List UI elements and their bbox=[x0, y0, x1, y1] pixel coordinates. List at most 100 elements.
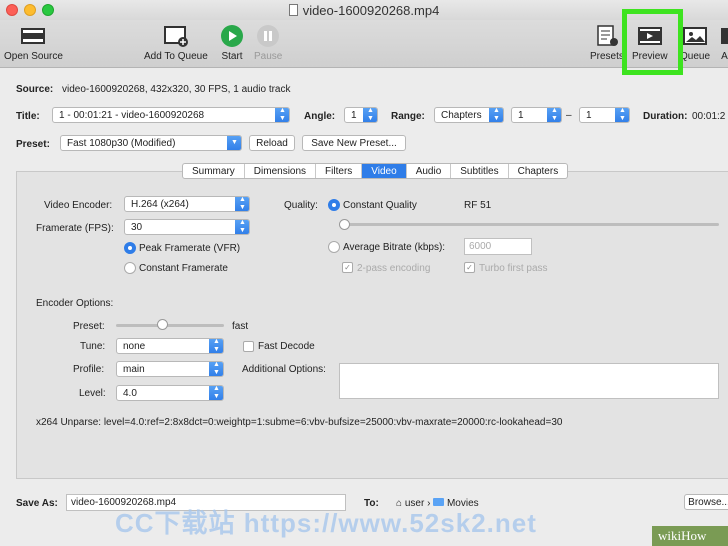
window-title-text: video-1600920268.mp4 bbox=[302, 3, 440, 18]
profile-label: Profile: bbox=[73, 364, 105, 375]
angle-select[interactable]: 1 ▲ ▼ bbox=[344, 107, 378, 123]
start-button[interactable]: Start bbox=[219, 24, 245, 62]
two-pass-label: 2-pass encoding bbox=[357, 263, 431, 274]
source-value: video-1600920268, 432x320, 30 FPS, 1 aud… bbox=[62, 84, 291, 95]
video-encoder-label: Video Encoder: bbox=[44, 200, 113, 211]
activity-label: Ac bbox=[721, 51, 728, 62]
tab-dimensions[interactable]: Dimensions bbox=[245, 164, 317, 178]
start-label: Start bbox=[221, 51, 243, 62]
browse-button[interactable]: Browse... bbox=[684, 494, 728, 510]
add-queue-icon bbox=[163, 24, 189, 48]
range-type-select[interactable]: Chapters ▲ ▼ bbox=[434, 107, 504, 123]
toolbar: Open Source Add To Queue Start Pause Pre… bbox=[0, 20, 728, 68]
angle-label: Angle: bbox=[304, 111, 336, 122]
range-label: Range: bbox=[391, 111, 425, 122]
turbo-first-pass-checkbox[interactable]: ✓ bbox=[464, 262, 475, 273]
average-bitrate-label: Average Bitrate (kbps): bbox=[343, 242, 446, 253]
add-to-queue-label: Add To Queue bbox=[144, 51, 208, 62]
peak-framerate-radio[interactable] bbox=[124, 242, 136, 254]
fast-decode-label: Fast Decode bbox=[258, 341, 315, 352]
stepper-arrows-icon: ▲ ▼ bbox=[209, 362, 223, 376]
stepper-arrows-icon: ▲ ▼ bbox=[275, 108, 289, 122]
encoder-preset-value: fast bbox=[232, 321, 249, 332]
range-to-select[interactable]: 1 ▲ ▼ bbox=[579, 107, 630, 123]
stepper-arrows-icon: ▲ ▼ bbox=[363, 108, 377, 122]
constant-framerate-radio[interactable] bbox=[124, 262, 136, 274]
reload-button[interactable]: Reload bbox=[249, 135, 295, 151]
range-to-value: 1 bbox=[586, 110, 592, 121]
fast-decode-checkbox[interactable] bbox=[243, 341, 254, 352]
stepper-arrows-icon: ▲ ▼ bbox=[489, 108, 503, 122]
tab-bar: Summary Dimensions Filters Video Audio S… bbox=[182, 163, 569, 179]
encoder-preset-label: Preset: bbox=[73, 321, 105, 332]
rf-value: RF 51 bbox=[464, 200, 492, 211]
tab-audio[interactable]: Audio bbox=[407, 164, 452, 178]
tab-filters[interactable]: Filters bbox=[316, 164, 363, 178]
source-label: Source: bbox=[16, 84, 54, 95]
open-source-button[interactable]: Open Source bbox=[4, 24, 63, 62]
tab-subtitles[interactable]: Subtitles bbox=[451, 164, 509, 178]
average-bitrate-radio[interactable] bbox=[328, 241, 340, 253]
wikihow-logo: wikiHow bbox=[652, 526, 728, 546]
angle-value: 1 bbox=[351, 110, 357, 121]
add-to-queue-button[interactable]: Add To Queue bbox=[144, 24, 208, 62]
encoder-options-title: Encoder Options: bbox=[36, 298, 114, 309]
preset-label: Preset: bbox=[16, 139, 50, 150]
encoder-preset-slider-knob[interactable] bbox=[157, 319, 168, 330]
profile-value: main bbox=[123, 364, 145, 375]
quality-slider-knob[interactable] bbox=[339, 219, 350, 230]
window-title: video-1600920268.mp4 bbox=[0, 3, 728, 18]
pause-button[interactable]: Pause bbox=[254, 24, 282, 62]
range-type-value: Chapters bbox=[441, 110, 482, 121]
stepper-arrows-icon: ▲ ▼ bbox=[235, 220, 249, 234]
save-new-preset-button[interactable]: Save New Preset... bbox=[302, 135, 406, 151]
video-encoder-select[interactable]: H.264 (x264) ▲ ▼ bbox=[124, 196, 250, 212]
save-as-label: Save As: bbox=[16, 498, 58, 509]
site-watermark: CC下载站 https://www.52sk2.net bbox=[115, 508, 537, 538]
constant-framerate-label: Constant Framerate bbox=[139, 263, 228, 274]
presets-button[interactable]: Presets bbox=[590, 24, 624, 62]
level-label: Level: bbox=[79, 388, 106, 399]
preset-select[interactable]: Fast 1080p30 (Modified) ▼ bbox=[60, 135, 242, 151]
range-from-select[interactable]: 1 ▲ ▼ bbox=[511, 107, 562, 123]
document-icon bbox=[288, 4, 298, 16]
constant-quality-radio[interactable] bbox=[328, 199, 340, 211]
quality-slider-track[interactable] bbox=[344, 223, 719, 226]
additional-options-textarea[interactable] bbox=[339, 363, 719, 399]
stepper-arrows-icon: ▲ ▼ bbox=[615, 108, 629, 122]
range-dash: – bbox=[566, 110, 572, 121]
activity-button[interactable]: Ac bbox=[714, 24, 728, 62]
tune-label: Tune: bbox=[80, 341, 106, 352]
presets-label: Presets bbox=[590, 51, 624, 62]
quality-label: Quality: bbox=[284, 200, 318, 211]
queue-button[interactable]: Queue bbox=[680, 24, 710, 62]
title-select[interactable]: 1 - 00:01:21 - video-1600920268 ▲ ▼ bbox=[52, 107, 290, 123]
additional-options-label: Additional Options: bbox=[242, 364, 326, 375]
level-select[interactable]: 4.0 ▲ ▼ bbox=[116, 385, 224, 401]
open-source-label: Open Source bbox=[4, 51, 63, 62]
framerate-select[interactable]: 30 ▲ ▼ bbox=[124, 219, 250, 235]
title-label: Title: bbox=[16, 111, 40, 122]
average-bitrate-input[interactable]: 6000 bbox=[464, 238, 532, 255]
framerate-value: 30 bbox=[131, 222, 143, 233]
two-pass-checkbox[interactable]: ✓ bbox=[342, 262, 353, 273]
profile-select[interactable]: main ▲ ▼ bbox=[116, 361, 224, 377]
stepper-arrows-icon: ▲ ▼ bbox=[209, 339, 223, 353]
constant-quality-label: Constant Quality bbox=[343, 200, 417, 211]
tab-video[interactable]: Video bbox=[362, 164, 407, 178]
tab-summary[interactable]: Summary bbox=[183, 164, 245, 178]
presets-icon bbox=[594, 24, 620, 48]
play-icon bbox=[219, 24, 245, 48]
stepper-arrows-icon: ▲ ▼ bbox=[209, 386, 223, 400]
pause-icon bbox=[255, 24, 281, 48]
duration-label: Duration: bbox=[643, 111, 688, 122]
tune-select[interactable]: none ▲ ▼ bbox=[116, 338, 224, 354]
window-titlebar: video-1600920268.mp4 bbox=[0, 0, 728, 20]
tab-chapters[interactable]: Chapters bbox=[509, 164, 568, 178]
level-value: 4.0 bbox=[123, 388, 137, 399]
preview-highlight-box bbox=[622, 9, 683, 75]
preset-value: Fast 1080p30 (Modified) bbox=[67, 138, 176, 149]
pause-label: Pause bbox=[254, 51, 283, 62]
queue-icon bbox=[682, 24, 708, 48]
encoder-preset-slider-track[interactable] bbox=[116, 324, 224, 327]
